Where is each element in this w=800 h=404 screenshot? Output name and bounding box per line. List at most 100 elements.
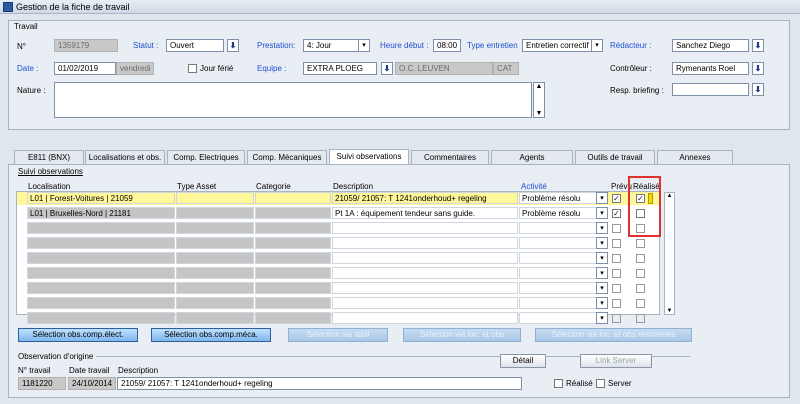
nature-textarea[interactable] [54,82,532,118]
table-cell[interactable] [27,252,175,264]
table-cell[interactable] [255,267,331,279]
tab-suivi-observations[interactable]: Suivi observations [329,149,409,164]
selection-loc-restr-button[interactable]: Sélection via loc. et obs restreintes [535,328,692,342]
table-cell[interactable] [519,237,597,249]
table-cell[interactable] [519,282,597,294]
activite-dropdown-icon[interactable]: ▾ [596,297,608,309]
type-entretien-dropdown-icon[interactable]: ▾ [591,39,603,52]
scroll-up-icon[interactable]: ▲ [665,193,674,199]
prevu-checkbox[interactable] [612,314,621,323]
realise-checkbox[interactable] [636,299,645,308]
prestation-dropdown-icon[interactable]: ▾ [358,39,370,52]
table-cell[interactable] [27,297,175,309]
scroll-up-icon[interactable]: ▲ [534,83,544,90]
table-cell[interactable] [27,282,175,294]
prevu-checkbox[interactable] [612,254,621,263]
table-cell[interactable] [176,267,254,279]
realise-checkbox[interactable] [636,269,645,278]
table-cell[interactable] [519,252,597,264]
row1-description[interactable]: 21059/ 21057: T 1241onderhoud+ regeling [332,192,518,204]
table-cell[interactable] [27,237,175,249]
activite-dropdown-icon[interactable]: ▾ [596,282,608,294]
row1-localisation[interactable]: L01 | Forest-Voitures | 21059 [27,192,175,204]
activite-dropdown-icon[interactable]: ▾ [596,237,608,249]
row2-prevu-checkbox[interactable]: ✓ [612,209,621,218]
table-cell[interactable] [519,267,597,279]
table-cell[interactable] [255,252,331,264]
heure-field[interactable]: 08:00 [433,39,461,52]
controleur-field[interactable]: Rymenants Roel [672,62,749,75]
realise-checkbox[interactable] [636,314,645,323]
origine-realise-checkbox[interactable] [554,379,563,388]
selection-elec-button[interactable]: Sélection obs.comp.élect. [18,328,138,342]
prevu-checkbox[interactable] [612,284,621,293]
row2-description[interactable]: Pt 1A : équipement tendeur sans guide. [332,207,518,219]
row2-activite-dropdown-icon[interactable]: ▾ [596,207,608,219]
controleur-lookup-button[interactable]: ⬇ [752,62,764,75]
table-cell[interactable] [332,267,518,279]
table-cell[interactable] [255,282,331,294]
table-cell[interactable] [332,297,518,309]
grid-scrollbar[interactable]: ▲ ▼ [664,192,675,315]
row2-localisation[interactable]: L01 | Bruxelles-Nord | 21181 [27,207,175,219]
table-cell[interactable] [255,222,331,234]
briefing-field[interactable] [672,83,749,96]
tab-localisations[interactable]: Localisations et obs. [85,150,165,164]
prevu-checkbox[interactable] [612,239,621,248]
table-cell[interactable] [255,297,331,309]
selection-tabll-button[interactable]: Sélection via tabll [288,328,388,342]
statut-lookup-button[interactable]: ⬇ [227,39,239,52]
nature-scrollbar[interactable]: ▲ ▼ [533,82,545,118]
table-cell[interactable] [332,312,518,324]
table-cell[interactable] [332,237,518,249]
prevu-checkbox[interactable] [612,269,621,278]
tab-e811[interactable]: E811 (BNX) [14,150,84,164]
table-cell[interactable] [176,237,254,249]
row1-type-asset[interactable] [176,192,254,204]
table-cell[interactable] [27,267,175,279]
table-cell[interactable] [176,312,254,324]
row1-categorie[interactable] [255,192,331,204]
table-cell[interactable] [255,312,331,324]
equipe-lookup-button[interactable]: ⬇ [381,62,393,75]
table-cell[interactable] [519,297,597,309]
statut-field[interactable]: Ouvert [166,39,224,52]
tab-annexes[interactable]: Annexes [657,150,733,164]
row2-activite[interactable]: Problème résolu [519,207,597,219]
row2-categorie[interactable] [255,207,331,219]
row1-prevu-checkbox[interactable]: ✓ [612,194,621,203]
activite-dropdown-icon[interactable]: ▾ [596,267,608,279]
selection-meca-button[interactable]: Sélection obs.comp.méca. [151,328,271,342]
jour-ferie-checkbox[interactable] [188,64,197,73]
table-cell[interactable] [519,222,597,234]
briefing-lookup-button[interactable]: ⬇ [752,83,764,96]
prevu-checkbox[interactable] [612,224,621,233]
table-cell[interactable] [255,237,331,249]
table-cell[interactable] [176,297,254,309]
table-cell[interactable] [27,312,175,324]
realise-checkbox[interactable] [636,284,645,293]
scroll-down-icon[interactable]: ▼ [534,110,544,117]
detail-button[interactable]: Détail [500,354,546,368]
selection-loc-button[interactable]: Sélection via loc. et obs [403,328,521,342]
type-entretien-select[interactable]: Entretien correctif [522,39,592,52]
realise-checkbox[interactable] [636,254,645,263]
link-server-button[interactable]: Link Server [580,354,652,368]
row1-activite[interactable]: Problème résolu [519,192,597,204]
activite-dropdown-icon[interactable]: ▾ [596,312,608,324]
table-cell[interactable] [332,222,518,234]
row2-type-asset[interactable] [176,207,254,219]
table-cell[interactable] [176,222,254,234]
date-field[interactable]: 01/02/2019 [54,62,116,75]
table-cell[interactable] [332,252,518,264]
scroll-down-icon[interactable]: ▼ [665,308,674,314]
tab-outils[interactable]: Outils de travail [575,150,655,164]
activite-dropdown-icon[interactable]: ▾ [596,252,608,264]
tab-comp-mecaniques[interactable]: Comp. Mécaniques [247,150,327,164]
row1-activite-dropdown-icon[interactable]: ▾ [596,192,608,204]
prevu-checkbox[interactable] [612,299,621,308]
tab-comp-electriques[interactable]: Comp. Electriques [167,150,245,164]
table-cell[interactable] [176,282,254,294]
equipe-field[interactable]: EXTRA PLOEG [303,62,377,75]
table-cell[interactable] [176,252,254,264]
